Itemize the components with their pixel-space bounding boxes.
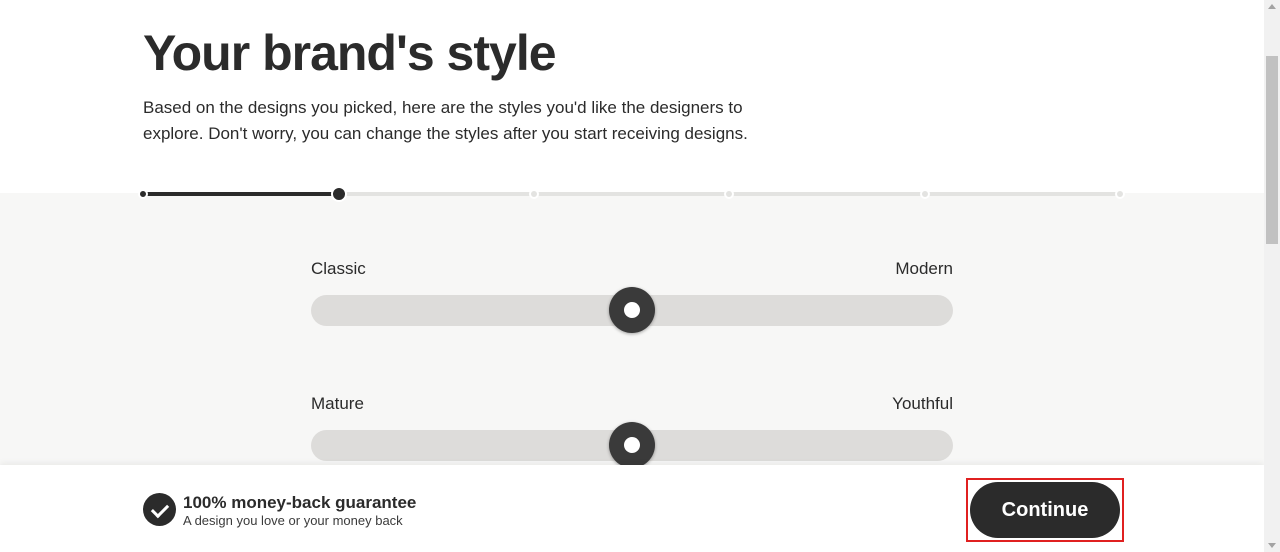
slider-right-label: Modern: [895, 259, 953, 278]
page: Classic Modern Mature Youthful Your bran…: [0, 0, 1264, 552]
guarantee-title: 100% money-back guarantee: [183, 493, 417, 512]
footer-bar: 100% money-back guarantee A design you l…: [0, 465, 1264, 552]
slider-mature-youthful[interactable]: Mature Youthful: [311, 394, 953, 474]
progress-step-6: [1115, 189, 1125, 199]
continue-button[interactable]: Continue: [970, 482, 1120, 538]
vertical-scrollbar[interactable]: [1264, 0, 1280, 552]
slider-left-label: Mature: [311, 394, 364, 413]
slider-handle[interactable]: [609, 422, 655, 468]
scroll-up-arrow-icon[interactable]: [1268, 4, 1276, 9]
scrollbar-thumb[interactable]: [1266, 56, 1278, 244]
progress-step-4: [724, 189, 734, 199]
page-header: Your brand's style Based on the designs …: [0, 0, 1264, 193]
style-sliders-area: Classic Modern Mature Youthful: [0, 193, 1264, 468]
check-icon: [143, 493, 176, 526]
page-title: Your brand's style: [143, 25, 557, 81]
step-progress-bar: [0, 186, 1264, 202]
progress-fill: [143, 192, 339, 196]
progress-step-3: [529, 189, 539, 199]
slider-left-label: Classic: [311, 259, 366, 278]
progress-step-2: [331, 186, 347, 202]
page-description: Based on the designs you picked, here ar…: [143, 98, 748, 143]
guarantee-subtitle: A design you love or your money back: [183, 513, 403, 528]
scroll-down-arrow-icon[interactable]: [1268, 543, 1276, 548]
slider-handle[interactable]: [609, 287, 655, 333]
slider-right-label: Youthful: [892, 394, 953, 413]
slider-classic-modern[interactable]: Classic Modern: [311, 259, 953, 339]
progress-step-5: [920, 189, 930, 199]
progress-step-1: [138, 189, 148, 199]
